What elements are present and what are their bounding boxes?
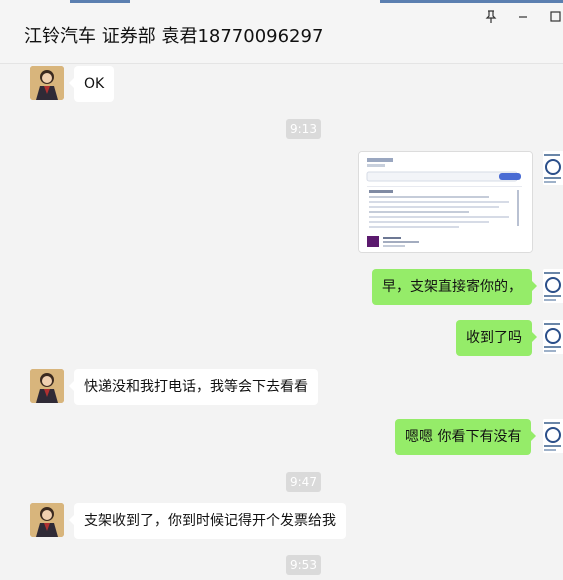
- contact-avatar[interactable]: [30, 66, 64, 100]
- message-bubble-outgoing[interactable]: 收到了吗: [456, 320, 537, 356]
- maximize-icon[interactable]: [546, 8, 563, 26]
- minimize-icon[interactable]: [514, 8, 532, 26]
- timestamp: 9:53: [286, 555, 321, 575]
- chat-area[interactable]: OK 9:13 早，支架直接寄你的， 收到了吗 快递没和我打电话，我等会下去看看…: [0, 64, 563, 580]
- pin-icon[interactable]: [482, 8, 500, 26]
- image-message-thumbnail[interactable]: [358, 151, 533, 253]
- my-avatar[interactable]: [543, 151, 563, 185]
- title-accent-right: [380, 0, 563, 3]
- my-avatar[interactable]: [543, 320, 563, 354]
- title-bar: 江铃汽车 证券部 袁君18770096297: [0, 0, 563, 64]
- contact-avatar[interactable]: [30, 503, 64, 537]
- contact-avatar[interactable]: [30, 369, 64, 403]
- message-bubble-outgoing[interactable]: 早，支架直接寄你的，: [372, 269, 537, 305]
- chat-title: 江铃汽车 证券部 袁君18770096297: [24, 26, 324, 47]
- message-bubble-incoming[interactable]: 快递没和我打电话，我等会下去看看: [69, 369, 318, 405]
- my-avatar[interactable]: [543, 419, 563, 453]
- title-accent-left: [70, 0, 130, 3]
- message-bubble-incoming[interactable]: OK: [68, 66, 115, 102]
- message-bubble-incoming[interactable]: 支架收到了，你到时候记得开个发票给我: [69, 503, 346, 539]
- my-avatar[interactable]: [543, 269, 563, 303]
- timestamp: 9:47: [286, 472, 321, 492]
- timestamp: 9:13: [286, 119, 321, 139]
- message-bubble-outgoing[interactable]: 嗯嗯 你看下有没有: [395, 419, 537, 455]
